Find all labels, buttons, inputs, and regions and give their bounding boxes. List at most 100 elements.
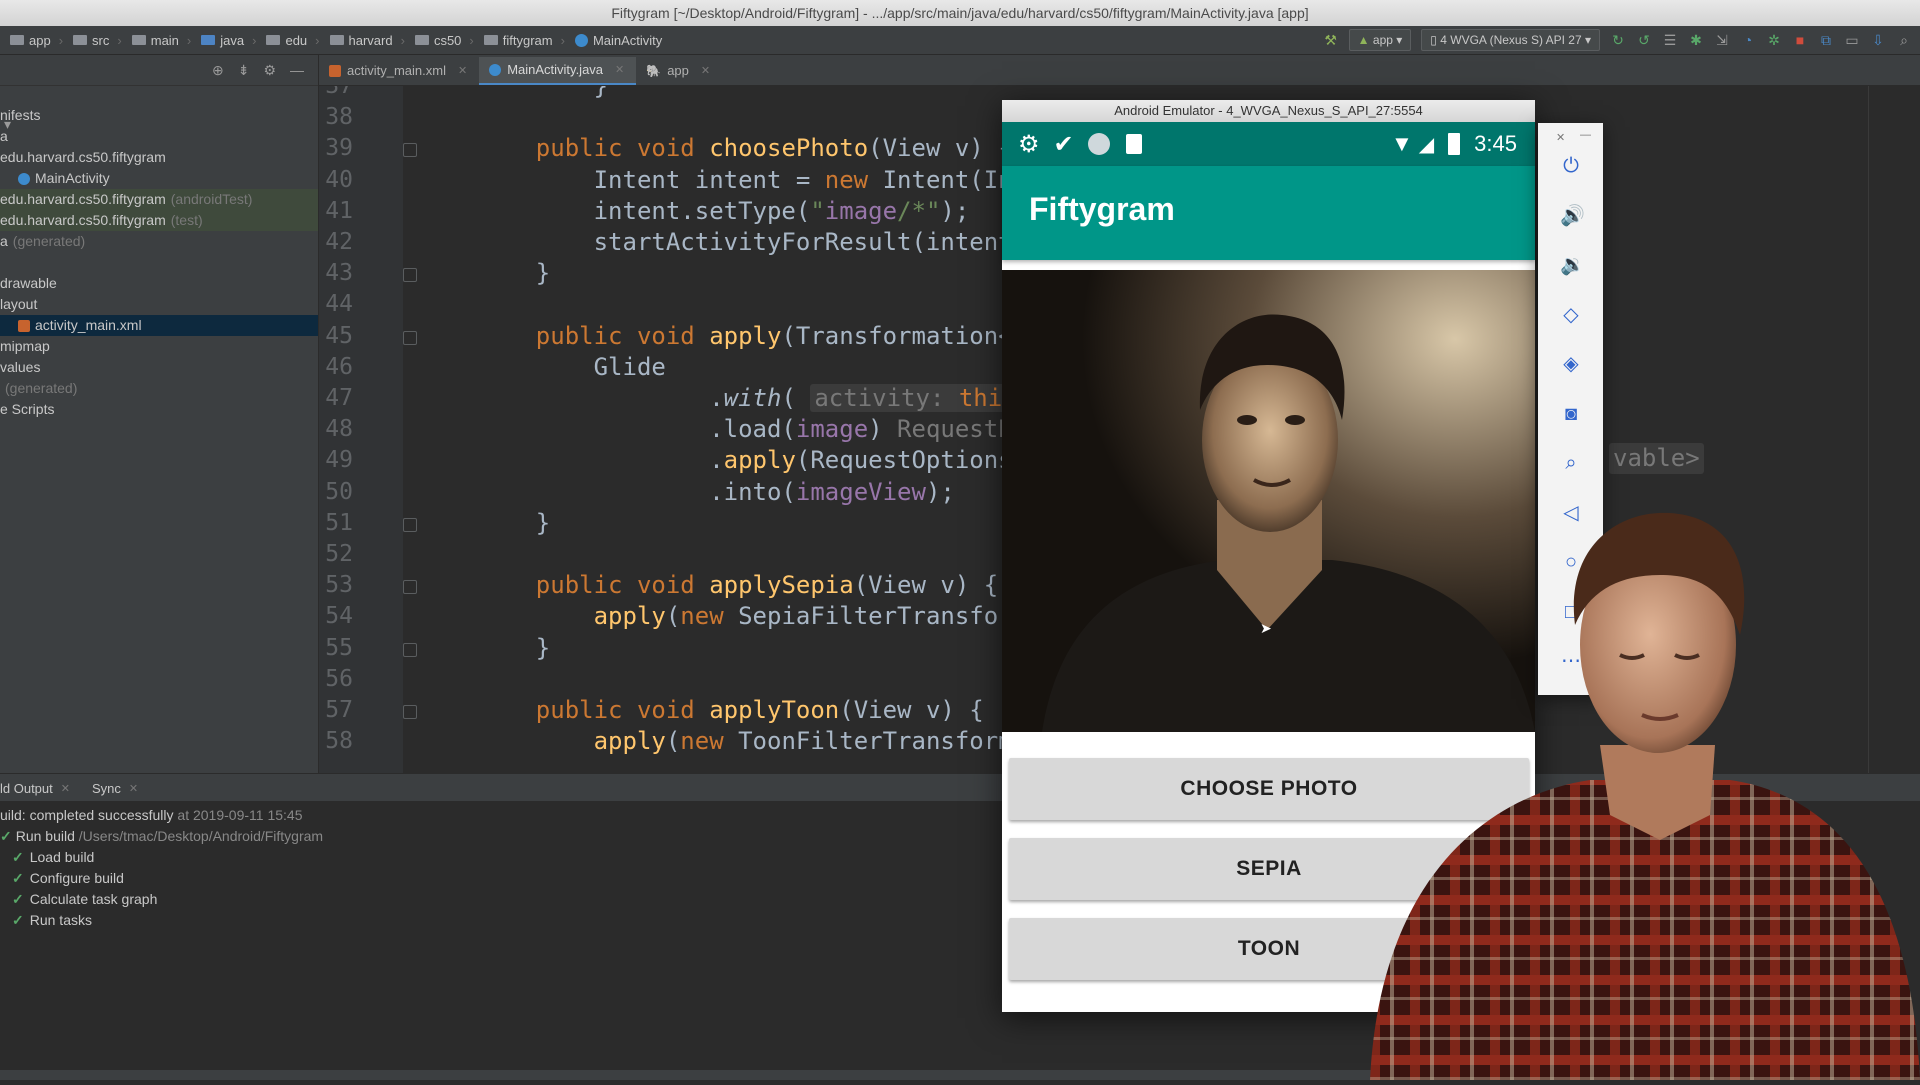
fold-marker-icon[interactable] [403, 330, 417, 345]
rotate-left-icon[interactable]: ◇ [1560, 304, 1582, 326]
close-icon[interactable]: ✕ [701, 57, 710, 85]
profile-icon[interactable]: ◔ [1740, 32, 1756, 48]
volume-up-icon[interactable]: 🔊 [1560, 205, 1585, 227]
tab-sync[interactable]: Sync ✕ [84, 781, 152, 796]
tree-item[interactable]: layout [0, 294, 37, 315]
gear-icon[interactable]: ⚙ [263, 62, 276, 79]
zoom-icon[interactable]: ⌕ [1560, 452, 1582, 474]
build-step[interactable]: ✓ Load build [12, 847, 94, 868]
photo-eye-left [1237, 415, 1257, 425]
window-title: Fiftygram [~/Desktop/Android/Fiftygram] … [611, 5, 1309, 21]
folder-icon [201, 35, 216, 45]
tree-item[interactable]: MainActivity [0, 168, 110, 189]
breadcrumb-item[interactable]: MainActivity [569, 33, 662, 48]
line-number: 58 [325, 728, 353, 755]
line-number: 46 [325, 353, 353, 380]
line-number: 47 [325, 385, 353, 411]
tab-app[interactable]: 🐘 app ✕ [636, 57, 722, 85]
breadcrumb-item[interactable]: fiftygram › [478, 33, 565, 48]
presenter-image [1370, 512, 1920, 1080]
minimize-icon[interactable]: — [290, 62, 304, 78]
breadcrumb-item[interactable]: app › [4, 33, 63, 48]
check-icon: ✓ [12, 912, 24, 928]
tree-item[interactable]: activity_main.xml [0, 315, 318, 336]
search-icon[interactable]: ⌕ [1896, 32, 1912, 48]
navigation-bar: app › src › main › java › edu › harvard › cs50… [0, 26, 1920, 55]
attach-debugger-icon[interactable]: ⇲ [1714, 32, 1730, 48]
android-debug-icon[interactable]: ✲ [1766, 32, 1782, 48]
build-hammer-icon[interactable]: ⚒ [1323, 32, 1339, 48]
fold-marker-icon[interactable] [403, 268, 417, 283]
close-icon[interactable]: ✕ [615, 57, 624, 83]
line-number: 55 [325, 634, 353, 661]
line-number: 44 [325, 291, 353, 318]
tree-item[interactable]: values [0, 357, 40, 378]
debug-icon[interactable]: ✱ [1688, 32, 1704, 48]
build-step[interactable]: ✓ Run tasks [12, 910, 92, 931]
breadcrumb-item[interactable]: main › [126, 33, 191, 48]
volume-down-icon[interactable]: 🔉 [1560, 254, 1585, 276]
sd-card-icon [1125, 134, 1142, 154]
tree-item[interactable]: (generated) [0, 378, 77, 399]
tree-item[interactable]: a [0, 126, 8, 147]
power-icon[interactable]: ⏻ [1560, 155, 1582, 177]
code-fold-placeholder: vable> [1609, 443, 1704, 474]
mouse-cursor-icon: ➤ [1260, 620, 1272, 636]
breadcrumb-item[interactable]: cs50 › [409, 33, 474, 48]
camera-icon[interactable]: ◙ [1560, 403, 1582, 425]
tab-main-activity-java[interactable]: MainActivity.java ✕ [479, 57, 637, 85]
line-number: 52 [325, 541, 353, 567]
close-icon[interactable]: ✕ [458, 57, 467, 85]
signal-icon: ◢ [1418, 133, 1435, 156]
tree-item[interactable]: nifests [0, 105, 40, 126]
build-step[interactable]: ✓ Calculate task graph [12, 889, 157, 910]
close-icon[interactable]: ✕ [61, 782, 70, 795]
line-number: 53 [325, 572, 353, 599]
sync-icon[interactable]: ⧉ [1818, 32, 1834, 48]
breadcrumb-item[interactable]: edu › [260, 33, 320, 48]
apply-changes-icon[interactable]: ↺ [1636, 32, 1652, 48]
tree-item[interactable]: a (generated) [0, 231, 85, 252]
collapse-icon[interactable]: ⇟ [238, 62, 250, 79]
tree-item[interactable]: edu.harvard.cs50.fiftygram [0, 147, 166, 168]
minimize-icon[interactable]: — [1580, 129, 1591, 141]
tab-activity-main-xml[interactable]: activity_main.xml ✕ [319, 57, 479, 85]
stop-icon[interactable]: ■ [1792, 32, 1808, 48]
close-icon[interactable]: ✕ [1556, 131, 1565, 144]
rerun-icon[interactable]: ↻ [1610, 32, 1626, 48]
photo-eye-right [1285, 415, 1305, 425]
emulator-title-bar[interactable]: Android Emulator - 4_WVGA_Nexus_S_API_27… [1002, 100, 1535, 122]
fold-marker-icon[interactable] [403, 517, 417, 532]
locate-icon[interactable]: ⊕ [212, 62, 224, 79]
tree-item[interactable]: e Scripts [0, 399, 54, 420]
sdk-manager-icon[interactable]: ⇩ [1870, 32, 1886, 48]
tab-build-output[interactable]: ld Output ✕ [0, 781, 84, 796]
device-select[interactable]: ▯ 4 WVGA (Nexus S) API 27 ▾ [1421, 29, 1600, 51]
breadcrumb-item[interactable]: harvard › [324, 33, 405, 48]
fold-marker-icon[interactable] [403, 143, 417, 158]
breadcrumb-item[interactable]: src › [67, 33, 122, 48]
tree-item[interactable]: edu.harvard.cs50.fiftygram (test) [0, 210, 318, 231]
build-status-line[interactable]: uild: completed successfully at 2019-09-… [0, 805, 303, 826]
fold-marker-icon[interactable] [403, 580, 417, 595]
clock: 3:45 [1474, 131, 1517, 156]
folder-icon [414, 35, 429, 45]
download-done-icon: ✔ [1053, 130, 1074, 158]
breadcrumb-item[interactable]: java › [195, 33, 256, 48]
tree-item[interactable]: edu.harvard.cs50.fiftygram (androidTest) [0, 189, 318, 210]
tree-item[interactable]: drawable [0, 273, 57, 294]
tree-item[interactable]: mipmap [0, 336, 50, 357]
close-icon[interactable]: ✕ [129, 782, 138, 795]
run-build-line[interactable]: ✓ Run build /Users/tmac/Desktop/Android/F… [0, 826, 323, 847]
avd-manager-icon[interactable]: ▭ [1844, 32, 1860, 48]
fold-marker-icon[interactable] [403, 642, 417, 657]
build-step[interactable]: ✓ Configure build [12, 868, 124, 889]
fold-marker-icon[interactable] [403, 705, 417, 719]
window-title-bar: Fiftygram [~/Desktop/Android/Fiftygram] … [0, 0, 1920, 26]
rotate-right-icon[interactable]: ◈ [1560, 353, 1582, 375]
run-config-select[interactable]: ▲ app ▾ [1348, 29, 1412, 51]
coverage-icon[interactable]: ☰ [1662, 32, 1678, 48]
project-toolbar: ▾ ⊕ ⇟ ⚙ — [0, 55, 318, 132]
line-number: 49 [325, 447, 353, 474]
wifi-icon: ▼ [1391, 131, 1413, 156]
